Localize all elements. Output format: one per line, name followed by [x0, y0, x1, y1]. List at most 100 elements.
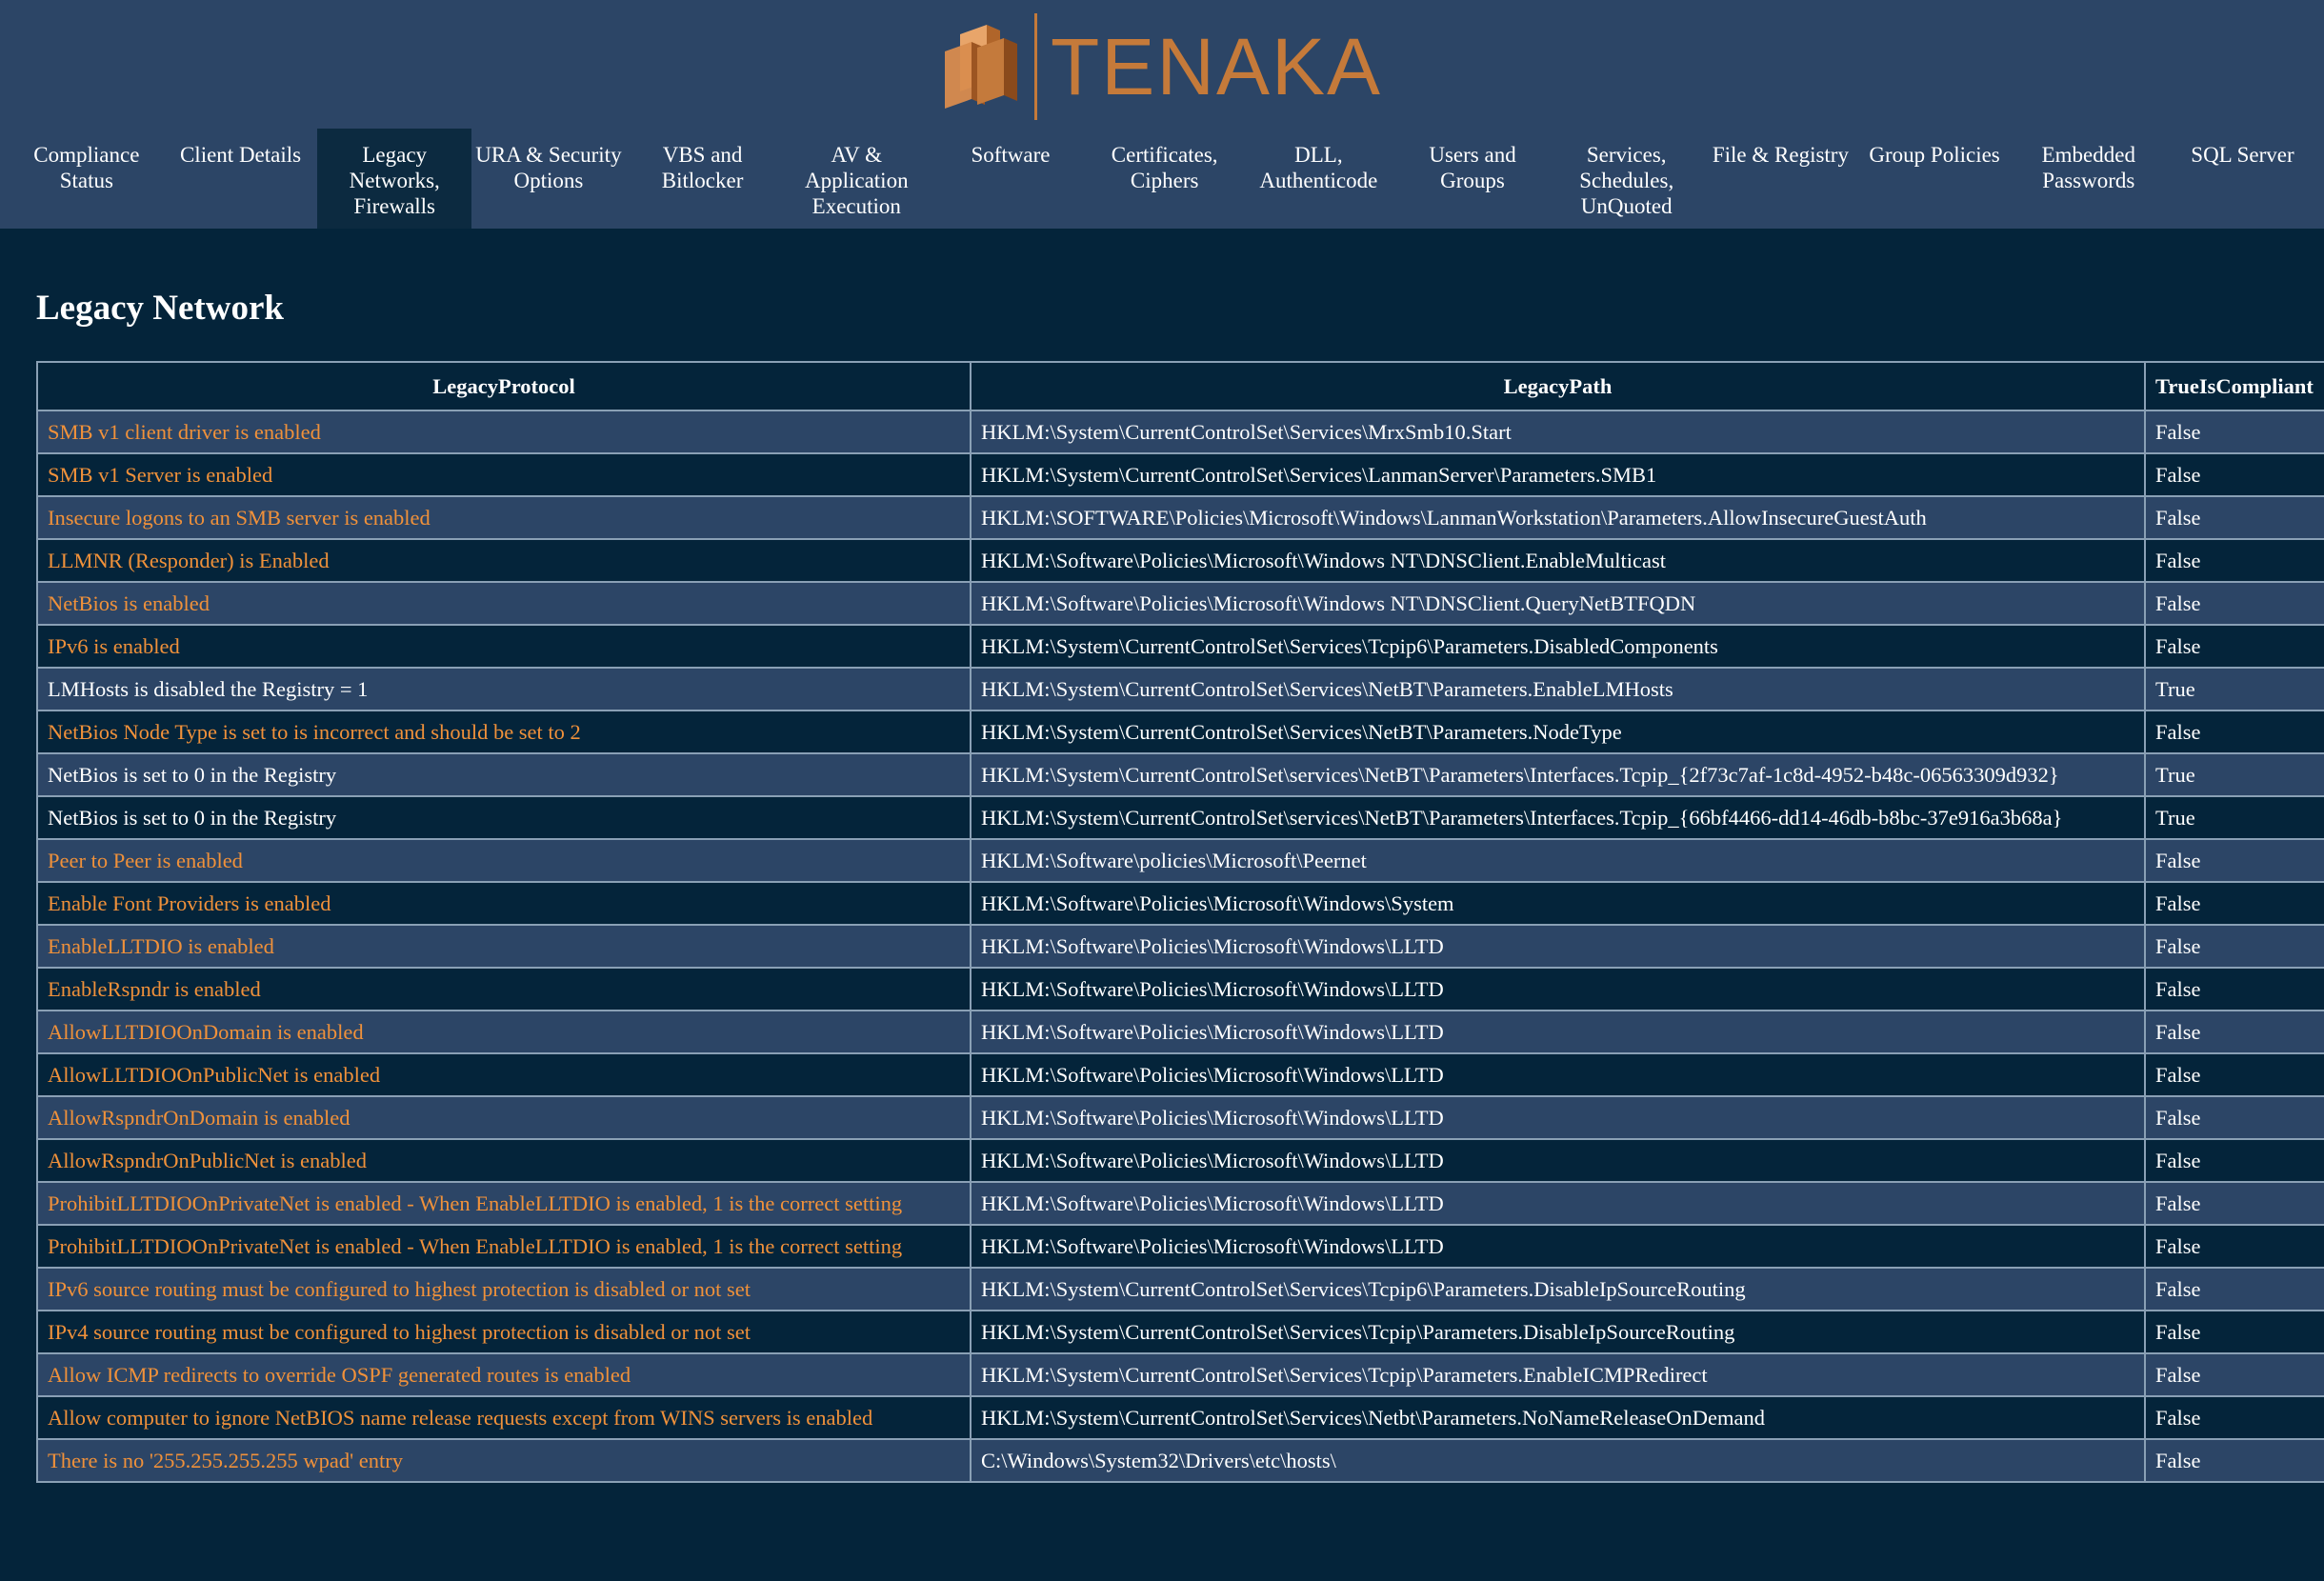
table-row: NetBios Node Type is set to is incorrect… [36, 710, 2324, 754]
table-row: Peer to Peer is enabled HKLM:\Software\po… [36, 838, 2324, 883]
path-cell: HKLM:\Software\Policies\Microsoft\Window… [970, 967, 2146, 1011]
nav-tab-certificates-ciphers[interactable]: Certificates, Ciphers [1088, 129, 1242, 229]
path-cell: HKLM:\Software\Policies\Microsoft\Window… [970, 1010, 2146, 1054]
nav-tab-vbs-and-bitlocker[interactable]: VBS and Bitlocker [626, 129, 780, 229]
brand-name: TENAKA [1051, 22, 1383, 111]
logo-divider [1034, 13, 1037, 120]
table-row: AllowLLTDIOOnPublicNet is enabled HKLM:\S… [36, 1052, 2324, 1097]
protocol-cell: There is no '255.255.255.255 wpad' entry [36, 1438, 972, 1483]
protocol-cell: NetBios Node Type is set to is incorrect… [36, 710, 972, 754]
column-header-true-is-compliant[interactable]: TrueIsCompliant [2144, 361, 2324, 411]
compliant-cell: False [2144, 624, 2324, 669]
path-cell: HKLM:\SOFTWARE\Policies\Microsoft\Window… [970, 495, 2146, 540]
protocol-cell: IPv4 source routing must be configured t… [36, 1310, 972, 1354]
nav-tab-file-registry[interactable]: File & Registry [1704, 129, 1858, 229]
column-header-legacy-path[interactable]: LegacyPath [970, 361, 2146, 411]
nav-tab-compliance-status[interactable]: Compliance Status [10, 129, 164, 229]
path-cell: HKLM:\System\CurrentControlSet\services\… [970, 795, 2146, 840]
table-header-row: LegacyProtocol LegacyPath TrueIsComplian… [36, 361, 2324, 411]
path-cell: HKLM:\Software\Policies\Microsoft\Window… [970, 1181, 2146, 1226]
table-body: SMB v1 client driver is enabled HKLM:\Sys… [36, 410, 2324, 1483]
path-cell: HKLM:\System\CurrentControlSet\services\… [970, 752, 2146, 797]
nav-tab-dll-authenticode[interactable]: DLL, Authenticode [1242, 129, 1396, 229]
table-row: EnableLLTDIO is enabled HKLM:\Software\Po… [36, 924, 2324, 969]
table-row: LLMNR (Responder) is Enabled HKLM:\Softwa… [36, 538, 2324, 583]
protocol-cell: Allow computer to ignore NetBIOS name re… [36, 1395, 972, 1440]
table-row: IPv4 source routing must be configured t… [36, 1310, 2324, 1354]
path-cell: HKLM:\System\CurrentControlSet\Services\… [970, 1395, 2146, 1440]
protocol-cell: EnableLLTDIO is enabled [36, 924, 972, 969]
compliant-cell: False [2144, 1052, 2324, 1097]
protocol-cell: AllowLLTDIOOnDomain is enabled [36, 1010, 972, 1054]
protocol-cell: Allow ICMP redirects to override OSPF ge… [36, 1352, 972, 1397]
table-row: EnableRspndr is enabled HKLM:\Software\Po… [36, 967, 2324, 1011]
path-cell: HKLM:\System\CurrentControlSet\Services\… [970, 710, 2146, 754]
table-row: Insecure logons to an SMB server is enab… [36, 495, 2324, 540]
legacy-network-table: LegacyProtocol LegacyPath TrueIsComplian… [36, 361, 2324, 1483]
protocol-cell: AllowLLTDIOOnPublicNet is enabled [36, 1052, 972, 1097]
protocol-cell: AllowRspndrOnDomain is enabled [36, 1095, 972, 1140]
compliant-cell: False [2144, 452, 2324, 497]
table-row: AllowLLTDIOOnDomain is enabled HKLM:\Soft… [36, 1010, 2324, 1054]
compliant-cell: False [2144, 1138, 2324, 1183]
compliant-cell: False [2144, 495, 2324, 540]
protocol-cell: NetBios is set to 0 in the Registry [36, 752, 972, 797]
nav-tab-av-application-execution[interactable]: AV & Application Execution [779, 129, 933, 229]
table-row: LMHosts is disabled the Registry = 1 HKLM… [36, 667, 2324, 711]
header: TENAKA Compliance Status Client Details Le… [0, 0, 2324, 229]
path-cell: HKLM:\System\CurrentControlSet\Services\… [970, 410, 2146, 454]
table-row: NetBios is set to 0 in the Registry HKLM:… [36, 795, 2324, 840]
compliant-cell: False [2144, 967, 2324, 1011]
table-row: SMB v1 client driver is enabled HKLM:\Sys… [36, 410, 2324, 454]
nav-tab-sql-server[interactable]: SQL Server [2166, 129, 2320, 229]
table-row: Allow ICMP redirects to override OSPF ge… [36, 1352, 2324, 1397]
nav-tab-services-schedules-unquoted[interactable]: Services, Schedules, UnQuoted [1550, 129, 1704, 229]
path-cell: HKLM:\Software\Policies\Microsoft\Window… [970, 1138, 2146, 1183]
protocol-cell: LLMNR (Responder) is Enabled [36, 538, 972, 583]
nav-tab-group-policies[interactable]: Group Policies [1857, 129, 2012, 229]
nav-tab-legacy-networks-firewalls[interactable]: Legacy Networks, Firewalls [317, 129, 472, 229]
main-nav: Compliance Status Client Details Legacy Ne… [10, 129, 2319, 229]
path-cell: HKLM:\Software\Policies\Microsoft\Window… [970, 881, 2146, 926]
nav-tab-client-details[interactable]: Client Details [164, 129, 318, 229]
table-row: SMB v1 Server is enabled HKLM:\System\Cur… [36, 452, 2324, 497]
nav-tab-embedded-passwords[interactable]: Embedded Passwords [2012, 129, 2166, 229]
compliant-cell: False [2144, 838, 2324, 883]
compliant-cell: True [2144, 752, 2324, 797]
path-cell: HKLM:\System\CurrentControlSet\Services\… [970, 1267, 2146, 1311]
protocol-cell: LMHosts is disabled the Registry = 1 [36, 667, 972, 711]
compliant-cell: False [2144, 1395, 2324, 1440]
compliant-cell: False [2144, 1267, 2324, 1311]
path-cell: HKLM:\Software\Policies\Microsoft\Window… [970, 1224, 2146, 1269]
protocol-cell: EnableRspndr is enabled [36, 967, 972, 1011]
column-header-legacy-protocol[interactable]: LegacyProtocol [36, 361, 972, 411]
protocol-cell: Peer to Peer is enabled [36, 838, 972, 883]
path-cell: HKLM:\System\CurrentControlSet\Services\… [970, 624, 2146, 669]
protocol-cell: SMB v1 client driver is enabled [36, 410, 972, 454]
nav-tab-software[interactable]: Software [933, 129, 1088, 229]
compliant-cell: False [2144, 1181, 2324, 1226]
brand-logo[interactable]: TENAKA [943, 13, 1382, 120]
protocol-cell: Enable Font Providers is enabled [36, 881, 972, 926]
path-cell: HKLM:\System\CurrentControlSet\Services\… [970, 1352, 2146, 1397]
table-row: ProhibitLLTDIOOnPrivateNet is enabled - … [36, 1224, 2324, 1269]
compliant-cell: False [2144, 1010, 2324, 1054]
path-cell: HKLM:\System\CurrentControlSet\Services\… [970, 1310, 2146, 1354]
table-row: AllowRspndrOnPublicNet is enabled HKLM:\S… [36, 1138, 2324, 1183]
protocol-cell: IPv6 source routing must be configured t… [36, 1267, 972, 1311]
protocol-cell: SMB v1 Server is enabled [36, 452, 972, 497]
path-cell: HKLM:\Software\Policies\Microsoft\Window… [970, 1052, 2146, 1097]
table-row: Enable Font Providers is enabled HKLM:\So… [36, 881, 2324, 926]
protocol-cell: ProhibitLLTDIOOnPrivateNet is enabled - … [36, 1181, 972, 1226]
main-content: Legacy Network LegacyProtocol LegacyPath… [10, 229, 2324, 1581]
path-cell: HKLM:\Software\Policies\Microsoft\Window… [970, 1095, 2146, 1140]
table-row: There is no '255.255.255.255 wpad' entry… [36, 1438, 2324, 1483]
path-cell: HKLM:\System\CurrentControlSet\Services\… [970, 667, 2146, 711]
protocol-cell: IPv6 is enabled [36, 624, 972, 669]
nav-tab-ura-security-options[interactable]: URA & Security Options [471, 129, 626, 229]
protocol-cell: Insecure logons to an SMB server is enab… [36, 495, 972, 540]
table-row: IPv6 is enabled HKLM:\System\CurrentContr… [36, 624, 2324, 669]
compliant-cell: False [2144, 538, 2324, 583]
compliant-cell: False [2144, 1095, 2324, 1140]
nav-tab-users-and-groups[interactable]: Users and Groups [1395, 129, 1550, 229]
